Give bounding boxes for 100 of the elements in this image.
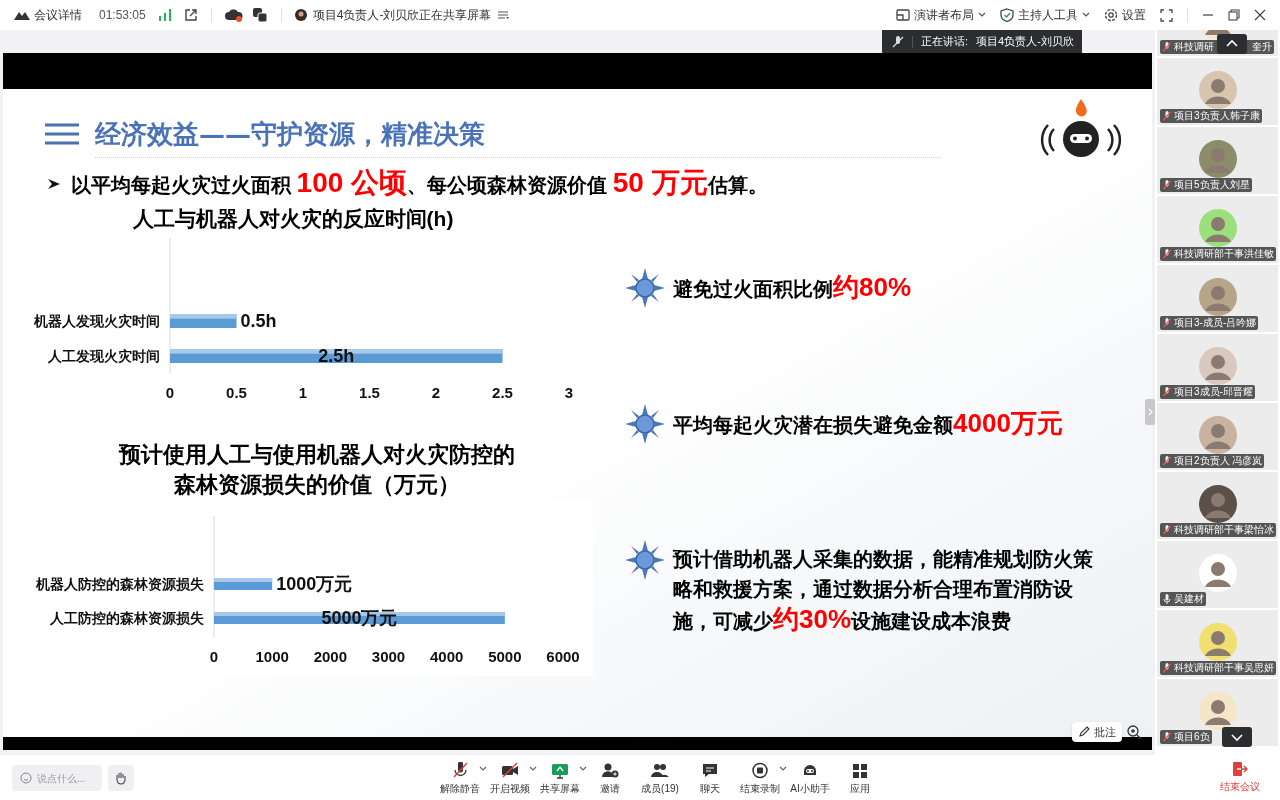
- avatar: [1199, 416, 1237, 454]
- value-label: 0.5h: [240, 311, 277, 331]
- fullscreen-icon[interactable]: [1160, 8, 1173, 22]
- chat-input[interactable]: 说点什么...: [12, 765, 102, 791]
- raise-hand-button[interactable]: [108, 764, 134, 791]
- participant-name: 吴建材: [1174, 592, 1204, 606]
- screen-share-icon: [551, 761, 569, 779]
- toolbar-button[interactable]: 演讲者布局: [896, 6, 986, 24]
- tick-label: 0: [209, 648, 219, 665]
- value-label: 2.5h: [318, 346, 355, 366]
- avatar: [1199, 485, 1237, 523]
- smiley-icon: [20, 771, 32, 784]
- sharing-notice: 项目4负责人-刘贝欣正在共享屏幕: [312, 7, 492, 24]
- meeting-details-button[interactable]: 会议详情: [14, 6, 82, 24]
- tick-label: 3000: [371, 648, 406, 665]
- toolbar-button[interactable]: 结束录制: [739, 761, 781, 796]
- participant-name: 项目3负责人韩子康: [1174, 109, 1260, 123]
- zoom-icon[interactable]: [1126, 724, 1142, 740]
- participant-tile[interactable]: 项目2负责人 冯彦岚: [1157, 403, 1278, 470]
- key-point: 预计借助机器人采集的数据，能精准规划防火策略和救援方案，通过数据分析合理布置消防设施，可减少约30%设施建设成本浪费: [673, 547, 1094, 636]
- toolbar-button[interactable]: 成员(19): [639, 761, 681, 796]
- menu-icon: [45, 123, 79, 145]
- tick-label: 1.5: [359, 384, 380, 401]
- category-label: 机器人发现火灾时间: [34, 313, 160, 329]
- toolbar-button[interactable]: 邀请: [589, 761, 631, 796]
- participant-name: 科技调研: [1174, 40, 1214, 54]
- add-person-icon: [601, 761, 619, 779]
- avatar: [1199, 278, 1237, 316]
- tick-label: 4000: [430, 648, 464, 665]
- exit-icon: [1232, 761, 1248, 777]
- category-label: 人工防控的森林资源损失: [50, 610, 204, 626]
- toolbar-button[interactable]: 解除静音: [439, 761, 481, 796]
- translate-icon[interactable]: [251, 7, 268, 23]
- meeting-timer: 01:53:05: [99, 7, 146, 24]
- participant-name: 项目3成员-邱晋耀: [1174, 385, 1253, 399]
- tick-label: 6000: [546, 648, 580, 665]
- avatar: [1199, 347, 1237, 385]
- muted-mic-icon: [892, 35, 904, 48]
- toolbar-button[interactable]: 聊天: [689, 761, 731, 796]
- tick-label: 2000: [313, 648, 347, 665]
- avatar: [1199, 692, 1237, 730]
- participant-tile[interactable]: 项目6负: [1157, 679, 1278, 746]
- toolbar-button[interactable]: 设置: [1104, 6, 1146, 24]
- participant-name: 项目2负责人 冯彦岚: [1174, 454, 1263, 468]
- caret-icon: [579, 765, 587, 772]
- restore-icon[interactable]: [1228, 9, 1240, 21]
- collapse-handle[interactable]: [1145, 399, 1155, 425]
- caret-icon: [978, 12, 986, 18]
- shield-icon: [1000, 8, 1014, 22]
- participant-name: 科技调研部干事梁怡冰: [1174, 523, 1274, 537]
- video-off-icon: [501, 761, 519, 779]
- tick-label: 0.5: [226, 384, 247, 401]
- participant-tile[interactable]: 项目3成员-邱晋耀: [1157, 334, 1278, 401]
- tick-label: 1000: [255, 648, 289, 665]
- participant-tile[interactable]: 吴建材: [1157, 541, 1278, 608]
- scroll-up-button[interactable]: [1217, 34, 1247, 54]
- participant-tile[interactable]: 项目3-成员-吕吟娜: [1157, 265, 1278, 332]
- participant-tile[interactable]: 科技调研部干事梁怡冰: [1157, 472, 1278, 539]
- sun-bullet-icon: [625, 268, 665, 308]
- sun-bullet-icon: [625, 404, 665, 444]
- participant-tile[interactable]: 科技调研部干事吴思妍: [1157, 610, 1278, 677]
- participant-tile[interactable]: 项目5负责人刘星: [1157, 127, 1278, 194]
- tick-label: 2: [431, 384, 441, 401]
- signal-icon: [158, 9, 171, 21]
- list-icon[interactable]: [497, 10, 510, 20]
- chat-icon: [701, 761, 719, 779]
- toolbar-button[interactable]: 开启视频: [489, 761, 531, 796]
- caret-icon: [1082, 12, 1090, 18]
- scroll-down-button[interactable]: [1222, 727, 1252, 747]
- key-point: 平均每起火灾潜在损失避免金额4000万元: [673, 408, 1064, 440]
- settings-icon: [1104, 8, 1118, 22]
- category-label: 人工发现火灾时间: [48, 348, 160, 364]
- speaker-name: 项目4负责人-刘贝欣: [976, 34, 1074, 50]
- toolbar-button[interactable]: 共享屏幕: [539, 761, 581, 796]
- toolbar-button[interactable]: 主持人工具: [1000, 6, 1090, 24]
- toolbar-button[interactable]: AI小助手: [789, 761, 831, 796]
- participant-name: 科技调研部干事洪佳敏: [1174, 247, 1274, 261]
- cloud-icon[interactable]: [224, 8, 243, 22]
- logo-icon: [14, 10, 30, 20]
- toolbar-button[interactable]: 应用: [839, 761, 881, 796]
- chart-title: 人工与机器人对火灾的反应时间(h): [131, 206, 455, 232]
- value-label: 5000万元: [321, 608, 398, 628]
- avatar: [1199, 209, 1237, 247]
- external-link-icon[interactable]: [183, 8, 198, 22]
- participant-tile[interactable]: 科技调研部干事洪佳敏: [1157, 196, 1278, 263]
- avatar: [1199, 140, 1237, 178]
- caret-icon: [529, 765, 537, 772]
- participant-name: 项目6负: [1174, 730, 1210, 744]
- pen-icon: [1078, 726, 1090, 738]
- muted-mic-icon: [451, 761, 469, 779]
- participant-tile[interactable]: 项目3负责人韩子康: [1157, 58, 1278, 125]
- headline: 以平均每起火灾过火面积 100 公顷、每公顷森林资源价值 50 万元估算。: [71, 166, 768, 200]
- chart-title: 预计使用人工与使用机器人对火灾防控的森林资源损失的价值（万元）: [119, 441, 515, 499]
- close-icon[interactable]: [1254, 9, 1266, 21]
- end-meeting-button[interactable]: 结束会议: [1220, 761, 1260, 794]
- sun-bullet-icon: [625, 540, 665, 580]
- avatar: [1199, 71, 1237, 109]
- tick-label: 1: [298, 384, 308, 401]
- annotate-button[interactable]: 批注: [1072, 722, 1122, 742]
- arrow-bullet-icon: [47, 177, 61, 191]
